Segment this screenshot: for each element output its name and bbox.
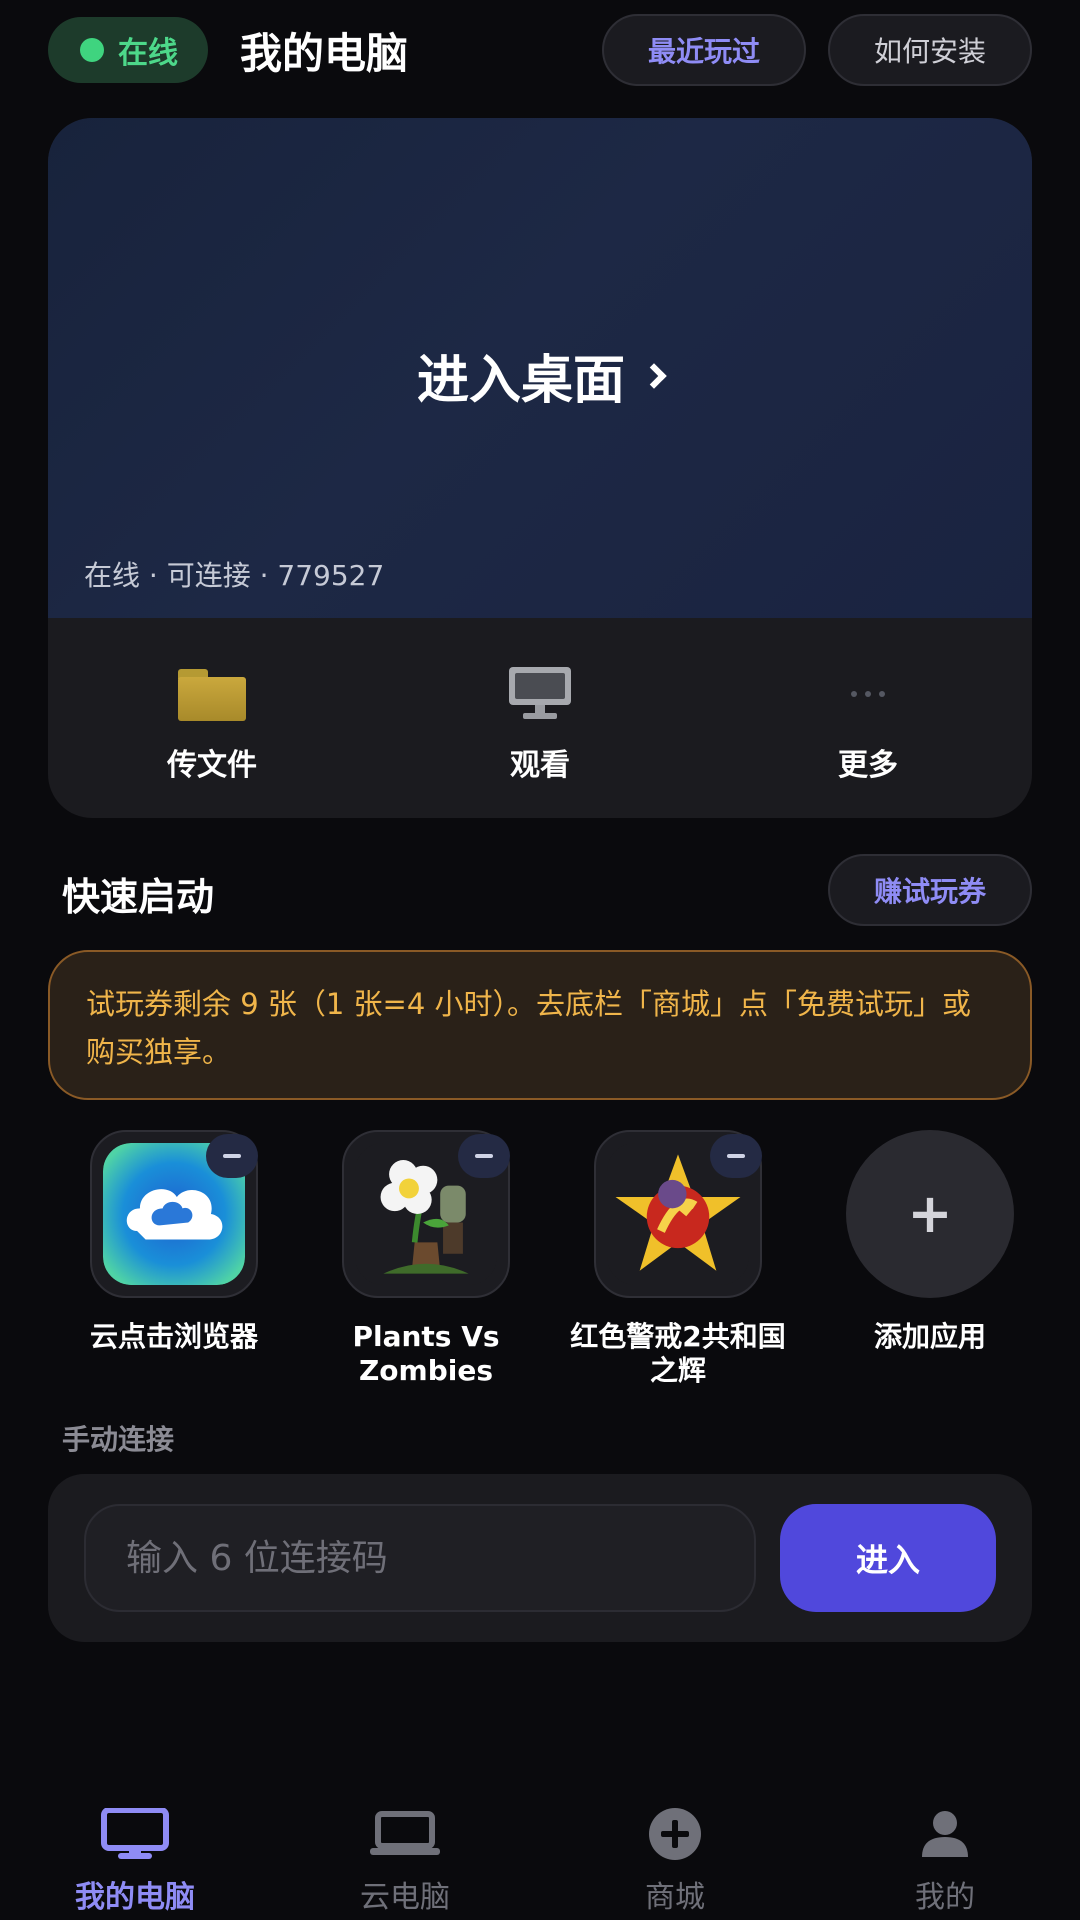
watch-button[interactable]: 观看 bbox=[376, 618, 704, 818]
nav-label: 我的电脑 bbox=[75, 1880, 195, 1915]
quick-start-title: 快速启动 bbox=[62, 875, 215, 919]
monitor-icon bbox=[509, 667, 571, 721]
person-icon bbox=[922, 1811, 968, 1857]
folder-icon bbox=[178, 669, 246, 721]
nav-label: 云电脑 bbox=[360, 1880, 450, 1915]
online-status-badge: 在线 bbox=[48, 17, 208, 83]
watch-label: 观看 bbox=[510, 748, 570, 783]
connection-info: 在线 · 可连接 · 779527 bbox=[84, 559, 385, 592]
add-app[interactable]: + 添加应用 bbox=[804, 1130, 1056, 1388]
online-dot-icon bbox=[80, 38, 104, 62]
more-button[interactable]: 更多 bbox=[704, 618, 1032, 818]
enter-desktop-button[interactable]: 进入桌面 bbox=[48, 338, 1032, 413]
app-red-alert[interactable]: 红色警戒2共和国之辉 bbox=[552, 1130, 804, 1388]
nav-cloud-computer[interactable]: 云电脑 bbox=[270, 1792, 540, 1920]
nav-my-computer[interactable]: 我的电脑 bbox=[0, 1792, 270, 1920]
nav-label: 我的 bbox=[915, 1880, 975, 1915]
nav-store[interactable]: 商城 bbox=[540, 1792, 810, 1920]
add-app-button[interactable]: + bbox=[846, 1130, 1014, 1298]
manual-connect-title: 手动连接 bbox=[62, 1423, 175, 1456]
monitor-icon bbox=[101, 1808, 169, 1859]
enter-desktop-label: 进入桌面 bbox=[416, 351, 625, 411]
enter-button[interactable]: 进入 bbox=[780, 1504, 996, 1612]
app-label: 红色警戒2共和国之辉 bbox=[570, 1320, 786, 1387]
plus-icon: + bbox=[907, 1182, 953, 1245]
more-icon bbox=[851, 691, 885, 697]
chevron-right-icon bbox=[641, 362, 667, 389]
more-label: 更多 bbox=[838, 748, 898, 783]
remove-app-button[interactable] bbox=[710, 1134, 762, 1178]
status-text: 在线 bbox=[118, 36, 178, 71]
recently-played-button[interactable]: 最近玩过 bbox=[602, 14, 806, 86]
app-tile[interactable] bbox=[342, 1130, 510, 1298]
app-label: 云点击浏览器 bbox=[89, 1320, 258, 1353]
my-computer-card: 进入桌面 在线 · 可连接 · 779527 传文件 观看 更多 bbox=[48, 118, 1032, 818]
connection-code-input[interactable] bbox=[84, 1504, 756, 1612]
laptop-icon bbox=[370, 1811, 440, 1855]
enter-desktop-panel[interactable]: 进入桌面 在线 · 可连接 · 779527 bbox=[48, 118, 1032, 618]
plus-circle-icon bbox=[649, 1808, 701, 1860]
nav-label: 商城 bbox=[645, 1880, 705, 1915]
quick-start-apps: 云点击浏览器 Plants Vs Zombies 红色警戒2共和国之辉 + 添加… bbox=[48, 1130, 1056, 1388]
app-tile[interactable] bbox=[594, 1130, 762, 1298]
nav-profile[interactable]: 我的 bbox=[810, 1792, 1080, 1920]
how-to-install-button[interactable]: 如何安装 bbox=[828, 14, 1032, 86]
remove-app-button[interactable] bbox=[458, 1134, 510, 1178]
trial-voucher-notice: 试玩券剩余 9 张（1 张=4 小时）。去底栏「商城」点「免费试玩」或购买独享。 bbox=[48, 950, 1032, 1100]
remove-app-button[interactable] bbox=[206, 1134, 258, 1178]
app-screen: 在线 我的电脑 最近玩过 如何安装 进入桌面 在线 · 可连接 · 779527… bbox=[0, 0, 1080, 1920]
transfer-files-button[interactable]: 传文件 bbox=[48, 618, 376, 818]
page-title: 我的电脑 bbox=[240, 28, 409, 78]
bottom-nav: 我的电脑 云电脑 商城 我的 bbox=[0, 1792, 1080, 1920]
app-label: 添加应用 bbox=[873, 1320, 986, 1353]
earn-trial-voucher-button[interactable]: 赚试玩券 bbox=[828, 854, 1032, 926]
transfer-files-label: 传文件 bbox=[167, 748, 257, 783]
app-plants-vs-zombies[interactable]: Plants Vs Zombies bbox=[300, 1130, 552, 1388]
app-label: Plants Vs Zombies bbox=[352, 1320, 500, 1387]
app-cloud-browser[interactable]: 云点击浏览器 bbox=[48, 1130, 300, 1388]
manual-connect-card: 进入 bbox=[48, 1474, 1032, 1642]
header: 在线 我的电脑 最近玩过 如何安装 bbox=[48, 14, 1032, 86]
app-tile[interactable] bbox=[90, 1130, 258, 1298]
desktop-actions: 传文件 观看 更多 bbox=[48, 618, 1032, 818]
